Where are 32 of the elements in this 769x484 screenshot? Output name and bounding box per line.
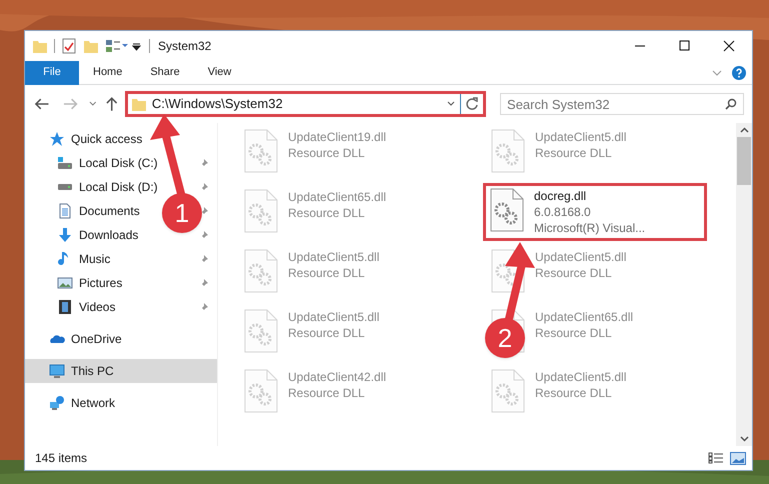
sidebar-item[interactable]: Videos	[79, 298, 116, 316]
ribbon-tab[interactable]: View	[194, 60, 246, 84]
file-description: Resource DLL	[288, 205, 366, 221]
address-path: C:\Windows\System32	[152, 95, 284, 114]
file-description: Microsoft(R) Visual...	[534, 220, 646, 236]
file-description: Resource DLL	[535, 145, 613, 161]
sidebar-item[interactable]: Quick access	[71, 130, 142, 148]
file-description: Resource DLL	[288, 145, 366, 161]
sidebar-item[interactable]: Documents	[79, 202, 140, 220]
file-name[interactable]: docreg.dll	[534, 188, 646, 204]
file-description: Resource DLL	[535, 385, 613, 401]
file-item[interactable]: docreg.dll 6.0.8168.0 Microsoft(R) Visual...	[483, 183, 707, 241]
sidebar-item[interactable]: Music	[79, 250, 110, 268]
address-bar[interactable]: C:\Windows\System32	[124, 91, 486, 117]
sidebar-item[interactable]: Downloads	[79, 226, 138, 244]
sidebar-item[interactable]: Pictures	[79, 274, 122, 292]
sidebar-item[interactable]: This PC	[25, 359, 217, 383]
file-description: Resource DLL	[288, 265, 366, 281]
file-description: Resource DLL	[535, 265, 613, 281]
file-version: 6.0.8168.0	[534, 204, 592, 220]
window-title: System32	[158, 38, 212, 55]
sidebar-item[interactable]: OneDrive	[71, 330, 122, 348]
item-count: 145 items	[35, 450, 88, 467]
file-description: Resource DLL	[535, 325, 613, 341]
search-field[interactable]: Search System32	[500, 93, 744, 115]
file-description: Resource DLL	[288, 385, 366, 401]
file-description: Resource DLL	[288, 325, 366, 341]
sidebar-item[interactable]: Local Disk (D:)	[79, 178, 158, 196]
sidebar-item[interactable]: Local Disk (C:)	[79, 154, 158, 172]
ribbon-tab[interactable]: Home	[79, 60, 136, 84]
ribbon-tab[interactable]: Share	[136, 60, 194, 84]
sidebar-item[interactable]: Network	[71, 394, 116, 412]
